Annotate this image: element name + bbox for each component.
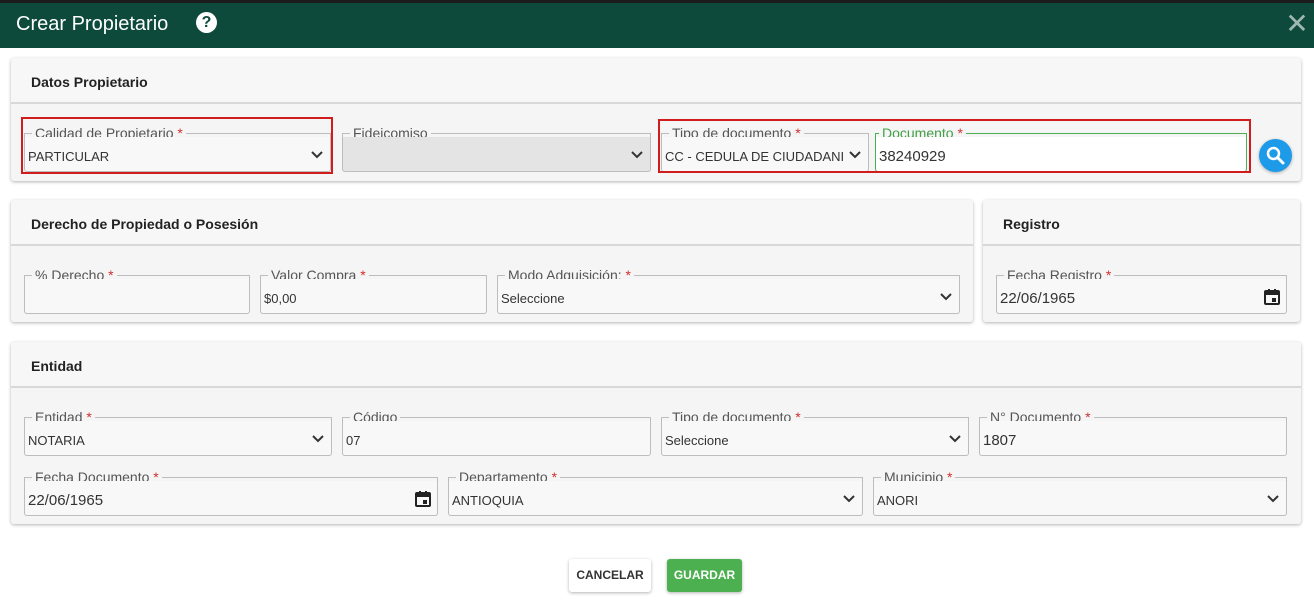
porcentaje-derecho-input[interactable]: % Derecho * xyxy=(24,268,250,314)
fecha-registro-input[interactable]: Fecha Registro * 22/06/1965 xyxy=(996,268,1287,314)
highlight-documento xyxy=(658,119,1251,173)
help-icon[interactable]: ? xyxy=(196,12,217,33)
field-value: 1807 xyxy=(983,432,1017,449)
chevron-down-icon xyxy=(843,495,855,503)
close-icon[interactable]: ✕ xyxy=(1285,9,1309,39)
fideicomiso-select[interactable]: Fideicomiso xyxy=(342,126,651,172)
section-title: Derecho de Propiedad o Posesión xyxy=(31,216,259,232)
field-value: Seleccione xyxy=(665,433,729,448)
field-value: 22/06/1965 xyxy=(28,492,104,509)
dialog-header: Crear Propietario ? ✕ xyxy=(0,3,1314,48)
calendar-icon[interactable] xyxy=(1263,288,1281,306)
derecho-header: Derecho de Propiedad o Posesión xyxy=(11,200,973,246)
field-value: NOTARIA xyxy=(28,433,85,448)
search-button[interactable] xyxy=(1259,139,1292,172)
codigo-input[interactable]: Código 07 xyxy=(342,410,651,456)
fecha-documento-input[interactable]: Fecha Documento * 22/06/1965 xyxy=(24,470,438,516)
section-title: Registro xyxy=(1003,216,1060,232)
chevron-down-icon xyxy=(940,293,952,301)
registro-header: Registro xyxy=(983,200,1300,246)
field-value: ANORI xyxy=(877,493,919,508)
valor-compra-input[interactable]: Valor Compra * $0,00 xyxy=(260,268,487,314)
departamento-select[interactable]: Departamento * ANTIOQUIA xyxy=(448,470,863,516)
highlight-calidad xyxy=(21,117,333,174)
field-value: 22/06/1965 xyxy=(1000,290,1076,307)
chevron-down-icon xyxy=(312,435,324,443)
section-title: Entidad xyxy=(31,358,83,374)
field-value: ANTIOQUIA xyxy=(452,493,524,508)
modo-adquisicion-select[interactable]: Modo Adquisición: * Seleccione xyxy=(497,268,960,314)
entidad-select[interactable]: Entidad * NOTARIA xyxy=(24,410,332,456)
chevron-down-icon xyxy=(949,435,961,443)
field-value: 07 xyxy=(346,433,361,448)
chevron-down-icon xyxy=(631,151,643,159)
dialog-title: Crear Propietario xyxy=(16,13,169,35)
section-title: Datos Propietario xyxy=(31,74,148,90)
datos-propietario-header: Datos Propietario xyxy=(11,58,1301,104)
municipio-select[interactable]: Municipio * ANORI xyxy=(873,470,1287,516)
save-button[interactable]: GUARDAR xyxy=(667,559,742,592)
entidad-tipo-documento-select[interactable]: Tipo de documento * Seleccione xyxy=(661,410,969,456)
chevron-down-icon xyxy=(1267,495,1279,503)
search-icon xyxy=(1266,146,1285,165)
cancel-button[interactable]: CANCELAR xyxy=(569,559,651,592)
entidad-header: Entidad xyxy=(11,342,1301,388)
field-value: Seleccione xyxy=(501,291,565,306)
calendar-icon[interactable] xyxy=(414,490,432,508)
field-value: $0,00 xyxy=(264,291,297,306)
numero-documento-input[interactable]: N° Documento * 1807 xyxy=(979,410,1287,456)
